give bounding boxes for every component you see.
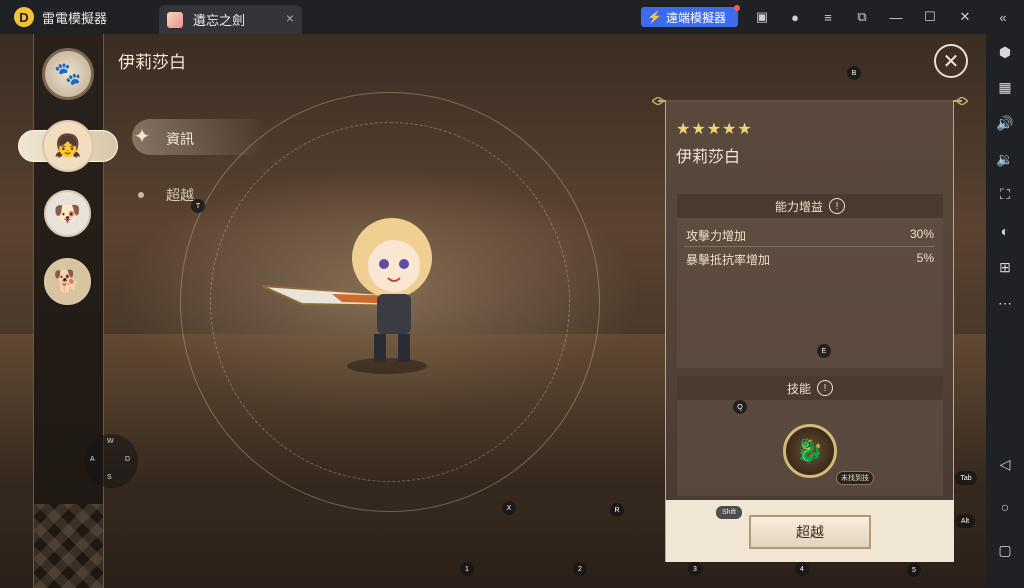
panel-decoration [34,504,103,588]
key-hint-tab: Tab [955,471,977,485]
key-hint-x: X [502,501,516,515]
close-button[interactable]: ✕ [934,44,968,78]
key-hint-5: 5 [907,563,921,577]
exceed-button[interactable]: 超越 [749,515,871,549]
girl-face-icon: 👧 [54,133,82,158]
stat-row: 暴擊抵抗率增加 5% [686,251,934,268]
menu-item-exceed[interactable]: 超越 [166,185,194,205]
sparkle-icon: ✦ [133,126,151,148]
ldplayer-logo-icon: D [14,7,34,27]
stat-value: 5% [916,251,934,265]
white-dog-icon: 🐶 [53,200,82,226]
avatar-golden-dog[interactable]: 🐕 [44,258,91,305]
ability-section-header: 能力增益 ! [677,194,943,218]
bolt-icon: ⚡ [647,10,662,24]
app-name: 雷電模擬器 [42,10,108,26]
popout-icon[interactable]: ⧉ [853,8,871,26]
key-hint-4: 4 [795,562,809,576]
volume-down-icon[interactable]: 🔉 [995,149,1015,169]
recent-apps-icon[interactable]: ▢ [995,540,1015,560]
game-tab-icon [167,11,183,28]
skill-header-label: 技能 [786,381,811,396]
skill-tag: 未找到技 [836,471,874,485]
ability-header-label: 能力增益 [774,199,823,214]
store-icon[interactable]: ▣ [753,8,771,26]
multi-instance-icon[interactable]: ⊞ [995,257,1015,277]
key-hint-b: B [847,66,861,80]
more-icon[interactable]: ⋯ [995,293,1015,313]
key-hint-q: Q [733,400,747,414]
tab-label: 遺忘之劍 [193,13,246,28]
tab-close-icon[interactable]: × [286,10,294,26]
menu-icon[interactable]: ≡ [819,8,837,26]
stat-divider [684,246,934,247]
skill-info-icon[interactable]: ! [817,380,833,396]
emulator-sidebar: ⬢ ▦ 🔊 🔉 ⛶ ◐ ⊞ ⋯ ◁ ○ ▢ [986,34,1024,588]
game-screen[interactable]: 🐾 👧 🐶 🐕 伊莉莎白 ✦ 資訊 超越 ✕ ★★★★★ 伊莉莎白 能力增益 !… [0,34,986,588]
key-hint-1: 1 [460,562,474,576]
collapse-icon[interactable]: « [994,8,1012,26]
volume-up-icon[interactable]: 🔊 [995,113,1015,133]
menu-item-info[interactable]: 資訊 [166,129,194,149]
key-hint-3: 3 [688,562,702,576]
avatar-white-dog[interactable]: 🐶 [44,190,91,237]
close-x-icon: ✕ [942,50,960,73]
rarity-stars: ★★★★★ [676,121,753,138]
paw-emblem-icon: 🐾 [42,48,94,100]
gamepad-icon[interactable]: ◐ [995,221,1015,241]
avatar-elizabeth[interactable]: 👧 [42,120,94,172]
key-hint-e: E [817,344,831,358]
title-bar: D 雷電模擬器 遺忘之劍 × ⚡ 遠端模擬器 ▣ ● ≡ ⧉ — ☐ ✕ « [0,0,1024,34]
key-hint-a: A [90,456,95,463]
ability-info-icon[interactable]: ! [829,198,845,214]
page-title: 伊莉莎白 [118,53,186,72]
card-character-name: 伊莉莎白 [676,149,741,166]
minimize-icon[interactable]: — [887,8,905,26]
tab-game[interactable]: 遺忘之劍 × [159,5,302,34]
maximize-icon[interactable]: ☐ [921,8,939,26]
key-hint-d: D [125,456,131,463]
back-icon[interactable]: ◁ [995,454,1015,474]
stat-value: 30% [909,227,934,241]
screenshot-icon[interactable]: ⛶ [995,184,1015,204]
key-hint-t: T [191,199,205,213]
remote-emulator-label: 遠端模擬器 [665,10,726,25]
key-hint-s: S [107,474,112,481]
user-icon[interactable]: ● [786,8,804,26]
menu-dot [138,192,144,198]
keyboard-icon[interactable]: ▦ [995,77,1015,97]
skill-dragon-icon[interactable]: 🐉 [783,424,837,478]
stat-row: 攻擊力增加 30% [686,227,934,244]
notification-dot [734,5,740,11]
key-hint-shift: Shift [716,506,742,519]
stat-label: 暴擊抵抗率增加 [686,253,771,267]
golden-dog-icon: 🐕 [53,268,82,294]
key-hint-w: W [107,438,114,445]
wasd-joystick[interactable]: W A S D [84,434,138,488]
settings-icon[interactable]: ⬢ [995,42,1015,62]
key-hint-r: R [610,503,624,517]
character-sprite [262,218,432,374]
close-icon[interactable]: ✕ [956,8,974,26]
home-icon[interactable]: ○ [995,497,1015,517]
stat-label: 攻擊力增加 [686,229,747,243]
key-hint-alt: Alt [955,514,975,528]
skill-section-header: 技能 ! [677,376,943,400]
key-hint-2: 2 [573,562,587,576]
remote-emulator-button[interactable]: ⚡ 遠端模擬器 [641,5,740,27]
